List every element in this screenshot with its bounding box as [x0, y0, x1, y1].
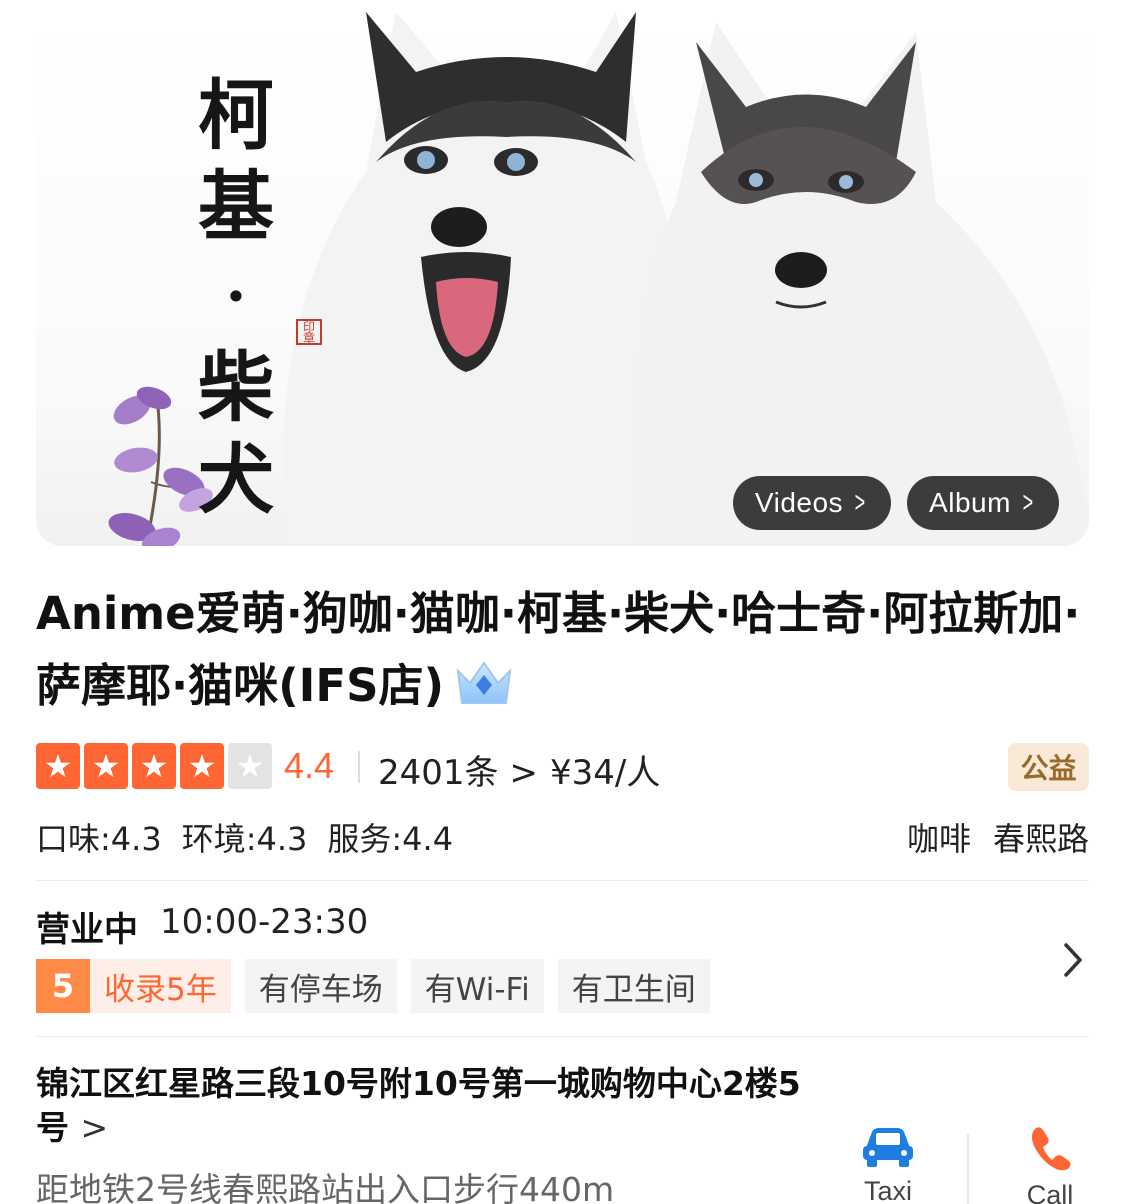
category-tag[interactable]: 咖啡: [907, 814, 971, 860]
phone-icon: [1031, 1127, 1071, 1171]
star-icon: ★: [84, 743, 128, 789]
service-score: 服务:4.4: [327, 820, 454, 858]
years-listed-chip: 5 收录5年: [36, 959, 231, 1013]
price-per-person: ¥34/人: [550, 753, 661, 793]
divider: [36, 880, 1089, 881]
wifi-chip: 有Wi-Fi: [410, 959, 544, 1013]
calligraphy-text: 柯 基 · 柴 犬: [198, 71, 274, 524]
category-tags: 咖啡 春熙路: [907, 814, 1089, 860]
star-empty-icon: ★: [228, 743, 272, 789]
review-count-link[interactable]: 2401条 >: [378, 745, 538, 794]
star-rating: ★ ★ ★ ★ ★: [36, 743, 272, 789]
divider: [967, 1134, 969, 1204]
rating-score: 4.4: [284, 745, 335, 786]
chevron-right-icon: >: [509, 753, 538, 793]
address-link[interactable]: 锦江区红星路三段10号附10号第一城购物中心2楼5号 >: [36, 1062, 816, 1150]
sub-scores: 口味:4.3 环境:4.3 服务:4.4: [36, 814, 453, 860]
hero-image[interactable]: 柯 基 · 柴 犬 印章 Videos > Album >: [36, 12, 1089, 546]
metro-distance: 距地铁2号线春熙路站出入口步行440m: [36, 1170, 615, 1204]
hours-time: 10:00-23:30: [160, 902, 369, 942]
area-tag[interactable]: 春熙路: [993, 814, 1089, 860]
rating-row[interactable]: ★ ★ ★ ★ ★ 4.4 2401条 > ¥34/人 公益: [36, 743, 1089, 794]
chevron-right-icon: >: [854, 486, 866, 519]
divider: [36, 1036, 1089, 1037]
left-husky: [282, 12, 679, 546]
star-icon: ★: [132, 743, 176, 789]
divider: [358, 751, 360, 783]
crown-icon: [454, 657, 514, 730]
star-icon: ★: [36, 743, 80, 789]
right-husky: [634, 22, 1089, 546]
facility-chips[interactable]: 5 收录5年 有停车场 有Wi-Fi 有卫生间: [36, 959, 710, 1013]
open-status: 营业中: [36, 910, 138, 950]
chevron-right-icon: >: [80, 1108, 109, 1147]
taste-score: 口味:4.3: [36, 820, 162, 858]
star-icon: ★: [180, 743, 224, 789]
environment-score: 环境:4.3: [181, 820, 308, 858]
restroom-chip: 有卫生间: [557, 959, 710, 1013]
car-icon: [863, 1128, 913, 1167]
seal-stamp: 印章: [296, 319, 322, 345]
parking-chip: 有停车场: [244, 959, 397, 1013]
charity-badge[interactable]: 公益: [1008, 743, 1089, 791]
album-button[interactable]: Album >: [907, 476, 1059, 530]
chevron-right-icon[interactable]: [1058, 940, 1088, 980]
business-hours[interactable]: 营业中 10:00-23:30: [36, 902, 368, 951]
videos-button[interactable]: Videos >: [733, 476, 891, 530]
taxi-button[interactable]: Taxi: [838, 1124, 938, 1204]
call-button[interactable]: Call: [1000, 1124, 1100, 1204]
chevron-right-icon: >: [1022, 486, 1034, 519]
shop-title: Anime爱萌·狗咖·猫咖·柯基·柴犬·哈士奇·阿拉斯加·萨摩耶·猫咪(IFS店…: [36, 578, 1096, 730]
